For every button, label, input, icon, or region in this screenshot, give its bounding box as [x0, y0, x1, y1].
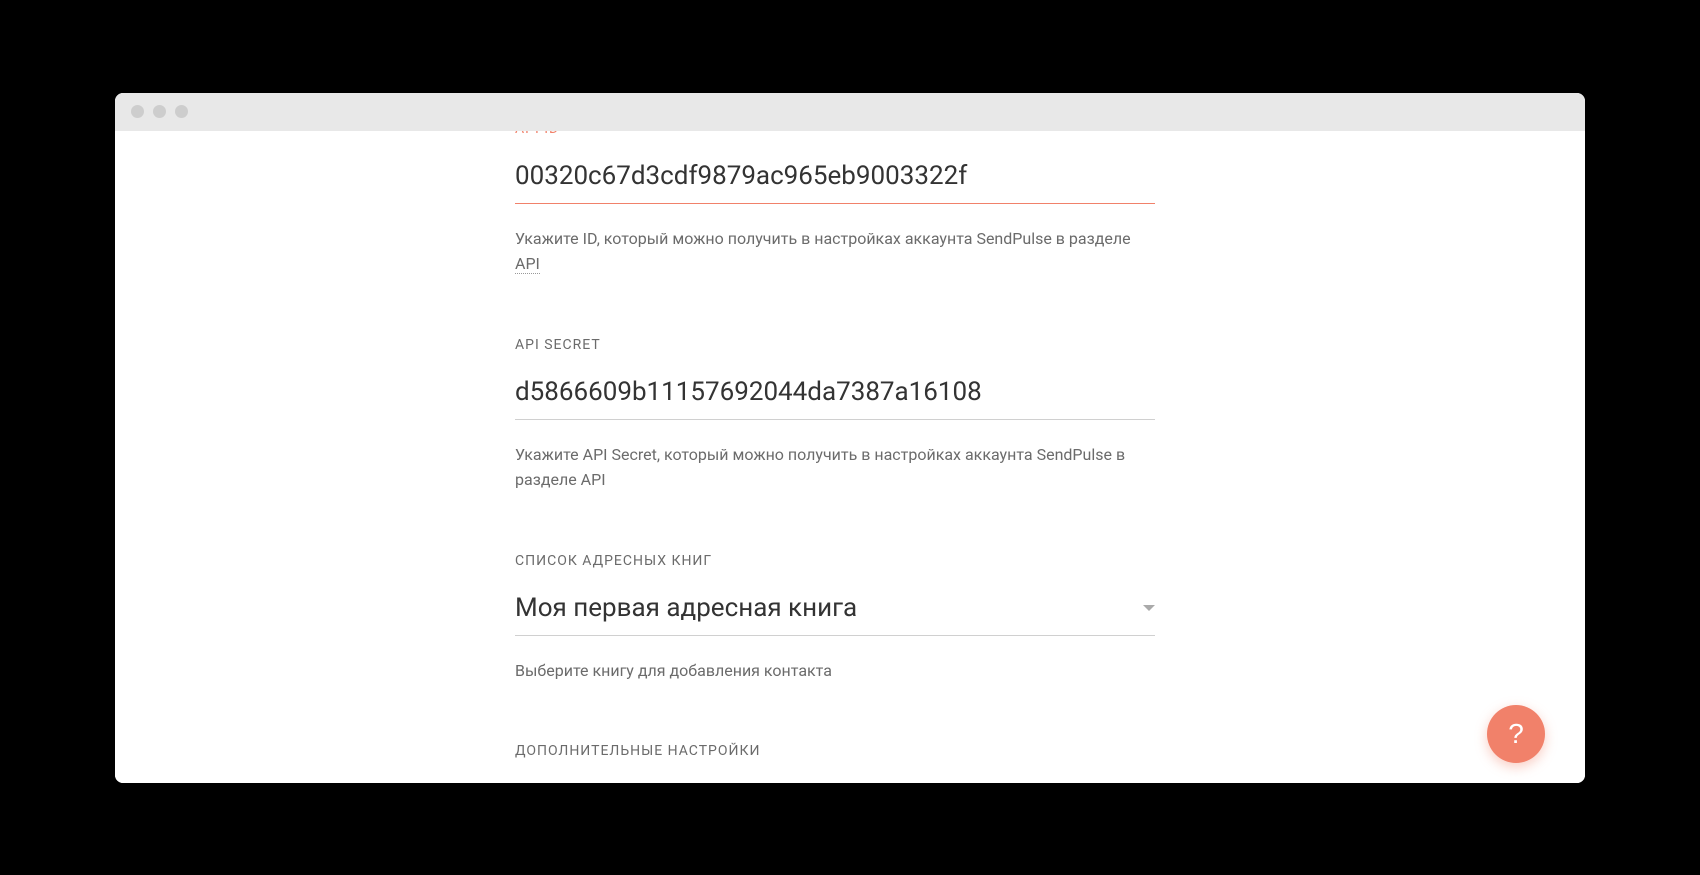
api-secret-hint: Укажите API Secret, который можно получи… — [515, 442, 1155, 493]
window-titlebar — [115, 93, 1585, 131]
minimize-window-button[interactable] — [153, 105, 166, 118]
api-secret-field-group: API SECRET Укажите API Secret, который м… — [515, 337, 1155, 493]
api-secret-input[interactable] — [515, 371, 1155, 420]
address-book-selected-value: Моя первая адресная книга — [515, 593, 857, 623]
scroll-spacer — [515, 759, 1155, 782]
api-id-hint-link[interactable]: API — [515, 254, 540, 274]
additional-settings-heading: ДОПОЛНИТЕЛЬНЫЕ НАСТРОЙКИ — [515, 743, 1155, 759]
address-book-hint: Выберите книгу для добавления контакта — [515, 658, 1155, 684]
api-id-field-group: API ID Укажите ID, который можно получит… — [515, 131, 1155, 277]
content-scroll-area[interactable]: API ID Укажите ID, который можно получит… — [115, 131, 1585, 783]
close-window-button[interactable] — [131, 105, 144, 118]
api-id-input[interactable] — [515, 155, 1155, 204]
api-id-hint: Укажите ID, который можно получить в нас… — [515, 226, 1155, 277]
help-button[interactable]: ? — [1487, 705, 1545, 763]
address-book-field-group: СПИСОК АДРЕСНЫХ КНИГ Моя первая адресная… — [515, 553, 1155, 684]
question-mark-icon: ? — [1508, 718, 1524, 750]
api-secret-label: API SECRET — [515, 337, 1155, 353]
app-window: API ID Укажите ID, который можно получит… — [115, 93, 1585, 783]
chevron-down-icon — [1143, 605, 1155, 611]
address-book-label: СПИСОК АДРЕСНЫХ КНИГ — [515, 553, 1155, 569]
address-book-select[interactable]: Моя первая адресная книга — [515, 587, 1155, 636]
form-container: API ID Укажите ID, который можно получит… — [515, 131, 1155, 783]
window-controls — [131, 105, 188, 118]
api-id-hint-text: Укажите ID, который можно получить в нас… — [515, 229, 1131, 248]
api-id-label: API ID — [515, 131, 1155, 137]
maximize-window-button[interactable] — [175, 105, 188, 118]
